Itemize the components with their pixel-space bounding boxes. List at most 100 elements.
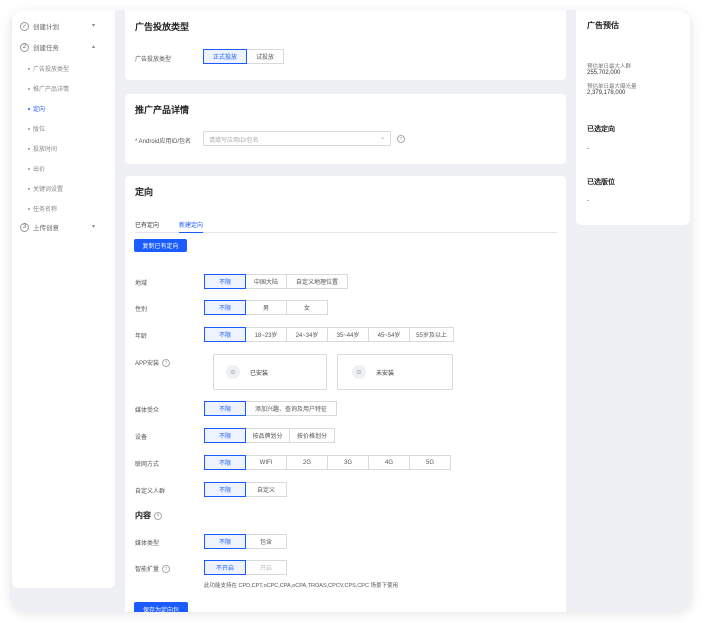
product-card: 推广产品详情 * Android应用ID/包名 请填写应用ID/包名 ⌄ ? bbox=[125, 94, 566, 164]
exposure-label: 预估单日最大曝光量 bbox=[587, 84, 637, 90]
targeting-card: 定向 已有定向 新建定向 复制已有定向 地域 不限 中国大陆 自定义地理位置 性… bbox=[125, 176, 566, 612]
region-selector: 不限 中国大陆 自定义地理位置 bbox=[204, 274, 348, 289]
section-title: 定向 bbox=[135, 187, 154, 197]
option-unlimited[interactable]: 不限 bbox=[204, 401, 246, 416]
option-female[interactable]: 女 bbox=[286, 300, 328, 315]
option-age-35-44[interactable]: 35~44岁 bbox=[327, 327, 369, 342]
ad-type-selector: 正式投放 试投放 bbox=[203, 49, 284, 64]
sidebar-item-keywords[interactable]: 关键词设置 bbox=[28, 184, 63, 193]
option-custom[interactable]: 自定义 bbox=[245, 482, 287, 497]
field-label: 媒体受众 bbox=[135, 408, 160, 414]
custom-audience-selector: 不限 自定义 bbox=[204, 482, 287, 497]
not-installed-card[interactable]: ☺ 未安装 bbox=[337, 354, 453, 390]
sidebar-item-slot[interactable]: 版位 bbox=[28, 124, 45, 133]
option-add-interest[interactable]: 添加兴趣、查询及用户特征 bbox=[245, 401, 337, 416]
option-custom-location[interactable]: 自定义地理位置 bbox=[286, 274, 348, 289]
help-icon[interactable]: ? bbox=[162, 359, 171, 368]
option-unlimited[interactable]: 不限 bbox=[204, 428, 246, 443]
option-unlimited[interactable]: 不限 bbox=[204, 300, 246, 315]
option-formal[interactable]: 正式投放 bbox=[203, 49, 247, 64]
selected-slot-value: - bbox=[587, 198, 589, 204]
section-title: 广告投放类型 bbox=[135, 22, 190, 32]
option-trial[interactable]: 试投放 bbox=[246, 49, 284, 64]
option-5g[interactable]: 5G bbox=[409, 455, 451, 470]
step-number: 2 bbox=[20, 42, 29, 52]
help-icon[interactable]: ? bbox=[154, 511, 162, 520]
sidebar-item-schedule[interactable]: 投放时间 bbox=[28, 144, 57, 153]
sidebar-item-product[interactable]: 推广产品详情 bbox=[28, 84, 69, 93]
option-unlimited[interactable]: 不限 bbox=[204, 274, 246, 289]
field-label: * Android应用ID/包名 bbox=[135, 139, 192, 145]
field-label: 媒体类型 bbox=[135, 541, 160, 547]
installed-card[interactable]: ☺ 已安装 bbox=[213, 354, 327, 390]
option-age-45-54[interactable]: 45~54岁 bbox=[368, 327, 410, 342]
age-selector: 不限 18~23岁 24~34岁 35~44岁 45~54岁 55岁及以上 bbox=[204, 327, 454, 342]
smart-expand-note: 此功能支持在 CPD,CPT,oCPC,CPA,oCPA,TROAS,CPCV,… bbox=[204, 583, 398, 589]
selected-slot-title: 已选版位 bbox=[587, 179, 615, 186]
field-label: 智能扩量? bbox=[135, 564, 171, 574]
tab-new[interactable]: 新建定向 bbox=[179, 220, 204, 233]
field-label: 自定义人群 bbox=[135, 489, 166, 495]
help-icon[interactable]: ? bbox=[162, 565, 171, 574]
option-by-price[interactable]: 按价格划分 bbox=[289, 428, 335, 443]
chevron-up-icon[interactable]: ▴ bbox=[92, 43, 95, 50]
option-unlimited[interactable]: 不限 bbox=[204, 455, 246, 470]
sidebar-item-ad-type[interactable]: 广告投放类型 bbox=[28, 64, 69, 73]
sidebar: ✓ 创建计划 ▾ 2 创建任务 ▴ 广告投放类型 推广产品详情 定向 版位 投放… bbox=[12, 10, 115, 588]
user-icon: ☺ bbox=[226, 365, 240, 379]
field-label: 广告投放类型 bbox=[135, 57, 172, 63]
not-installed-label: 未安装 bbox=[376, 371, 395, 377]
option-age-24-34[interactable]: 24~34岁 bbox=[286, 327, 328, 342]
input-placeholder: 请填写应用ID/包名 bbox=[209, 138, 259, 144]
reach-value: 255,702,000 bbox=[587, 70, 621, 76]
chevron-down-icon[interactable]: ▾ bbox=[92, 223, 95, 230]
field-label: 地域 bbox=[135, 281, 148, 287]
option-unlimited[interactable]: 不限 bbox=[204, 327, 246, 342]
section-title: 推广产品详情 bbox=[135, 105, 190, 115]
copy-targeting-button[interactable]: 复制已有定向 bbox=[134, 239, 187, 252]
device-selector: 不限 按品牌划分 按价格划分 bbox=[204, 428, 335, 443]
reach-label: 预估单日最大人群 bbox=[587, 64, 632, 70]
option-age-18-23[interactable]: 18~23岁 bbox=[245, 327, 287, 342]
option-off[interactable]: 不开启 bbox=[204, 560, 246, 575]
network-selector: 不限 WIFI 2G 3G 4G 5G bbox=[204, 455, 451, 470]
sidebar-item-task-name[interactable]: 任务名称 bbox=[28, 204, 57, 213]
chevron-down-icon[interactable]: ▾ bbox=[92, 22, 95, 29]
content-title: 内容? bbox=[135, 510, 162, 521]
step-label: 上传创意 bbox=[33, 225, 59, 232]
sidebar-item-bid[interactable]: 出价 bbox=[28, 164, 45, 173]
step-number: 3 bbox=[20, 222, 29, 232]
option-unlimited[interactable]: 不限 bbox=[204, 482, 246, 497]
option-include[interactable]: 包含 bbox=[245, 534, 287, 549]
option-mainland[interactable]: 中国大陆 bbox=[245, 274, 287, 289]
step-upload-creative[interactable]: 3 上传创意 bbox=[20, 221, 59, 233]
sidebar-item-targeting[interactable]: 定向 bbox=[28, 104, 45, 113]
help-icon[interactable]: ? bbox=[397, 135, 405, 143]
field-label: 性别 bbox=[135, 307, 148, 313]
option-by-brand[interactable]: 按品牌划分 bbox=[245, 428, 290, 443]
chevron-down-icon: ⌄ bbox=[379, 135, 385, 141]
option-4g[interactable]: 4G bbox=[368, 455, 410, 470]
field-label: 年龄 bbox=[135, 334, 148, 340]
option-unlimited[interactable]: 不限 bbox=[204, 534, 246, 549]
option-2g[interactable]: 2G bbox=[286, 455, 328, 470]
forecast-title: 广告预估 bbox=[587, 21, 619, 30]
save-targeting-button[interactable]: 保存为定向包 bbox=[134, 602, 188, 612]
option-male[interactable]: 男 bbox=[245, 300, 287, 315]
field-label: APP安装? bbox=[135, 358, 171, 368]
field-label: 设备 bbox=[135, 435, 148, 441]
tab-existing[interactable]: 已有定向 bbox=[135, 220, 159, 229]
step-create-plan[interactable]: ✓ 创建计划 bbox=[20, 20, 59, 32]
option-wifi[interactable]: WIFI bbox=[245, 455, 287, 470]
targeting-tabs: 已有定向 新建定向 bbox=[135, 220, 557, 233]
selected-targeting-value: - bbox=[587, 146, 589, 152]
option-age-55-plus[interactable]: 55岁及以上 bbox=[409, 327, 454, 342]
step-create-task[interactable]: 2 创建任务 bbox=[20, 41, 59, 53]
field-label: 联网方式 bbox=[135, 462, 160, 468]
package-input[interactable]: 请填写应用ID/包名 ⌄ bbox=[203, 131, 391, 146]
app-frame: ✓ 创建计划 ▾ 2 创建任务 ▴ 广告投放类型 推广产品详情 定向 版位 投放… bbox=[10, 10, 692, 612]
ad-type-card: 广告投放类型 广告投放类型 正式投放 试投放 bbox=[125, 10, 566, 80]
step-label: 创建任务 bbox=[33, 45, 59, 52]
option-3g[interactable]: 3G bbox=[327, 455, 369, 470]
option-on[interactable]: 开启 bbox=[245, 560, 287, 575]
